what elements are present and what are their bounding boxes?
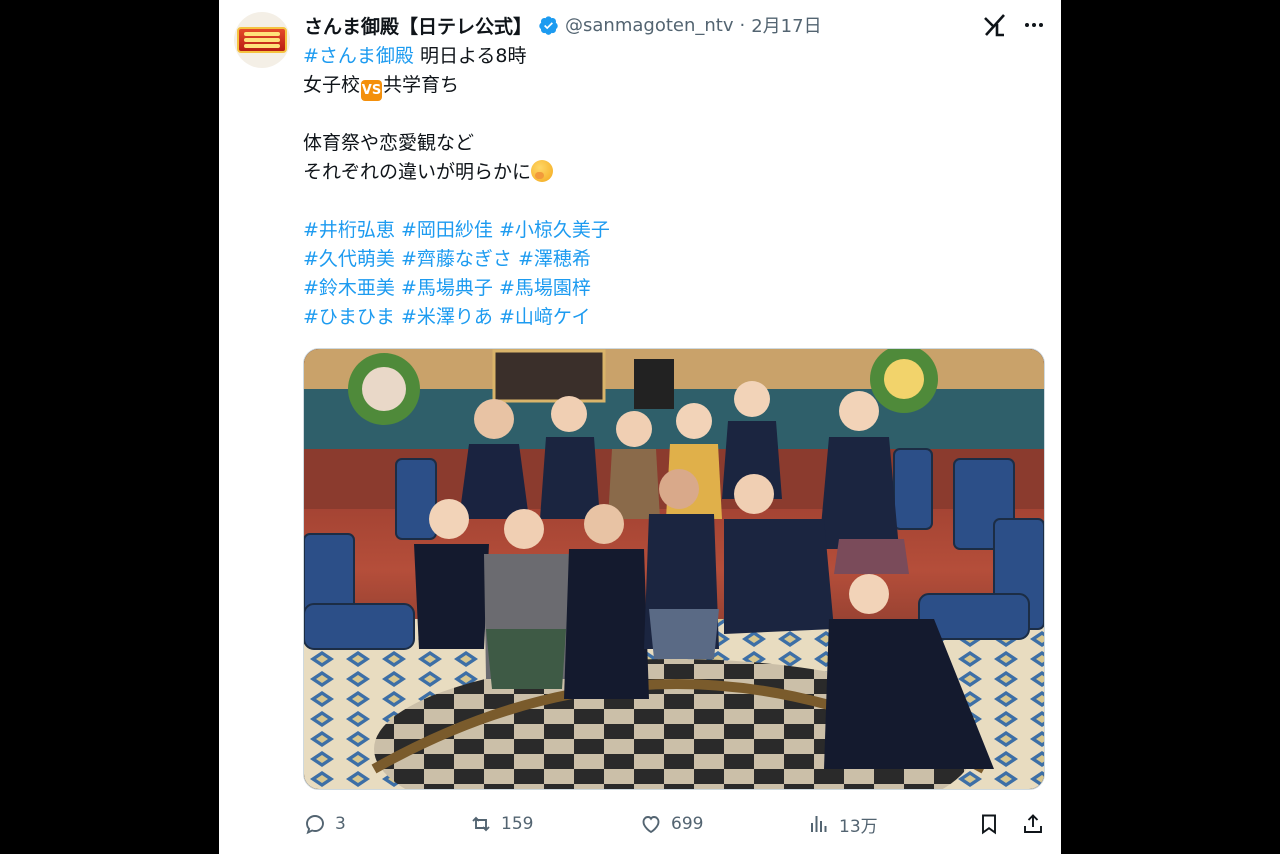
action-bar: 3 159 699 13万: [303, 810, 1045, 838]
text-line-4: それぞれの違いが明らかに: [303, 158, 1043, 187]
hashtag-link[interactable]: #岡田紗佳: [401, 219, 493, 241]
reply-button[interactable]: 3: [303, 810, 346, 838]
bookmark-icon: [982, 814, 996, 835]
sanma-goten-logo: [237, 27, 287, 53]
text-fragment: 女子校: [303, 74, 361, 96]
hashtag-link[interactable]: #鈴木亜美: [303, 277, 395, 299]
hashtag-link[interactable]: #馬場園梓: [499, 277, 591, 299]
grok-icon[interactable]: [982, 12, 1008, 38]
vs-emoji: VS: [361, 80, 383, 101]
hashtag-link[interactable]: #澤穂希: [518, 248, 591, 270]
repost-button[interactable]: 159: [469, 810, 533, 838]
repost-count: 159: [501, 814, 534, 834]
hashtag-link[interactable]: #さんま御殿: [303, 45, 414, 67]
reply-count: 3: [335, 814, 346, 834]
post-card[interactable]: さんま御殿【日テレ公式】 @sanmagoten_ntv · 2月17日 #さん…: [219, 0, 1061, 854]
avatar[interactable]: [234, 12, 290, 68]
text-fragment: 明日よる8時: [413, 45, 527, 67]
hand-over-mouth-emoji: [531, 160, 554, 182]
share-icon: [1024, 814, 1042, 833]
reply-icon: [306, 815, 324, 835]
like-button[interactable]: 699: [639, 810, 703, 838]
views-button[interactable]: 13万: [807, 810, 878, 838]
hashtag-link[interactable]: #小椋久美子: [499, 219, 610, 241]
text-fragment: それぞれの違いが明らかに: [303, 161, 532, 183]
hashtag-row: #鈴木亜美 #馬場典子 #馬場園梓: [303, 274, 1043, 303]
hashtag-link[interactable]: #馬場典子: [401, 277, 493, 299]
text-line-2: 女子校 VS共学育ち: [303, 71, 1043, 101]
text-line-1: #さんま御殿 明日よる8時: [303, 42, 1043, 71]
verified-badge-icon: [539, 15, 558, 35]
post-text: #さんま御殿 明日よる8時 女子校 VS共学育ち 体育祭や恋愛観など それぞれの違…: [303, 42, 1043, 332]
more-icon[interactable]: [1022, 14, 1046, 36]
group-photo: [304, 349, 1044, 789]
text-fragment: 共学育ち: [383, 74, 460, 96]
repost-icon: [472, 816, 490, 832]
hashtag-link[interactable]: #井桁弘恵: [303, 219, 395, 241]
hashtag-link[interactable]: #米澤りあ: [401, 306, 493, 328]
hashtag-link[interactable]: #山﨑ケイ: [499, 306, 591, 328]
share-button[interactable]: [1021, 810, 1045, 838]
hashtag-link[interactable]: #久代萌美: [303, 248, 395, 270]
hashtag-row: #ひまひま #米澤りあ #山﨑ケイ: [303, 303, 1043, 332]
views-icon: [811, 816, 827, 832]
hashtag-link[interactable]: #ひまひま: [303, 306, 395, 328]
like-count: 699: [671, 814, 704, 834]
like-icon: [642, 816, 660, 834]
hashtag-link[interactable]: #齊藤なぎさ: [401, 248, 512, 270]
account-name[interactable]: さんま御殿【日テレ公式】: [304, 12, 532, 39]
account-handle[interactable]: @sanmagoten_ntv: [565, 15, 733, 36]
bookmark-button[interactable]: [977, 810, 1001, 838]
post-image[interactable]: [303, 348, 1045, 790]
separator-dot: ·: [739, 14, 746, 36]
hashtag-row: #久代萌美 #齊藤なぎさ #澤穂希: [303, 245, 1043, 274]
post-date[interactable]: 2月17日: [751, 12, 821, 38]
views-count: 13万: [839, 816, 878, 837]
hashtag-row: #井桁弘恵 #岡田紗佳 #小椋久美子: [303, 216, 1043, 245]
text-line-3: 体育祭や恋愛観など: [303, 132, 475, 154]
post-header: さんま御殿【日テレ公式】 @sanmagoten_ntv · 2月17日: [304, 11, 822, 39]
